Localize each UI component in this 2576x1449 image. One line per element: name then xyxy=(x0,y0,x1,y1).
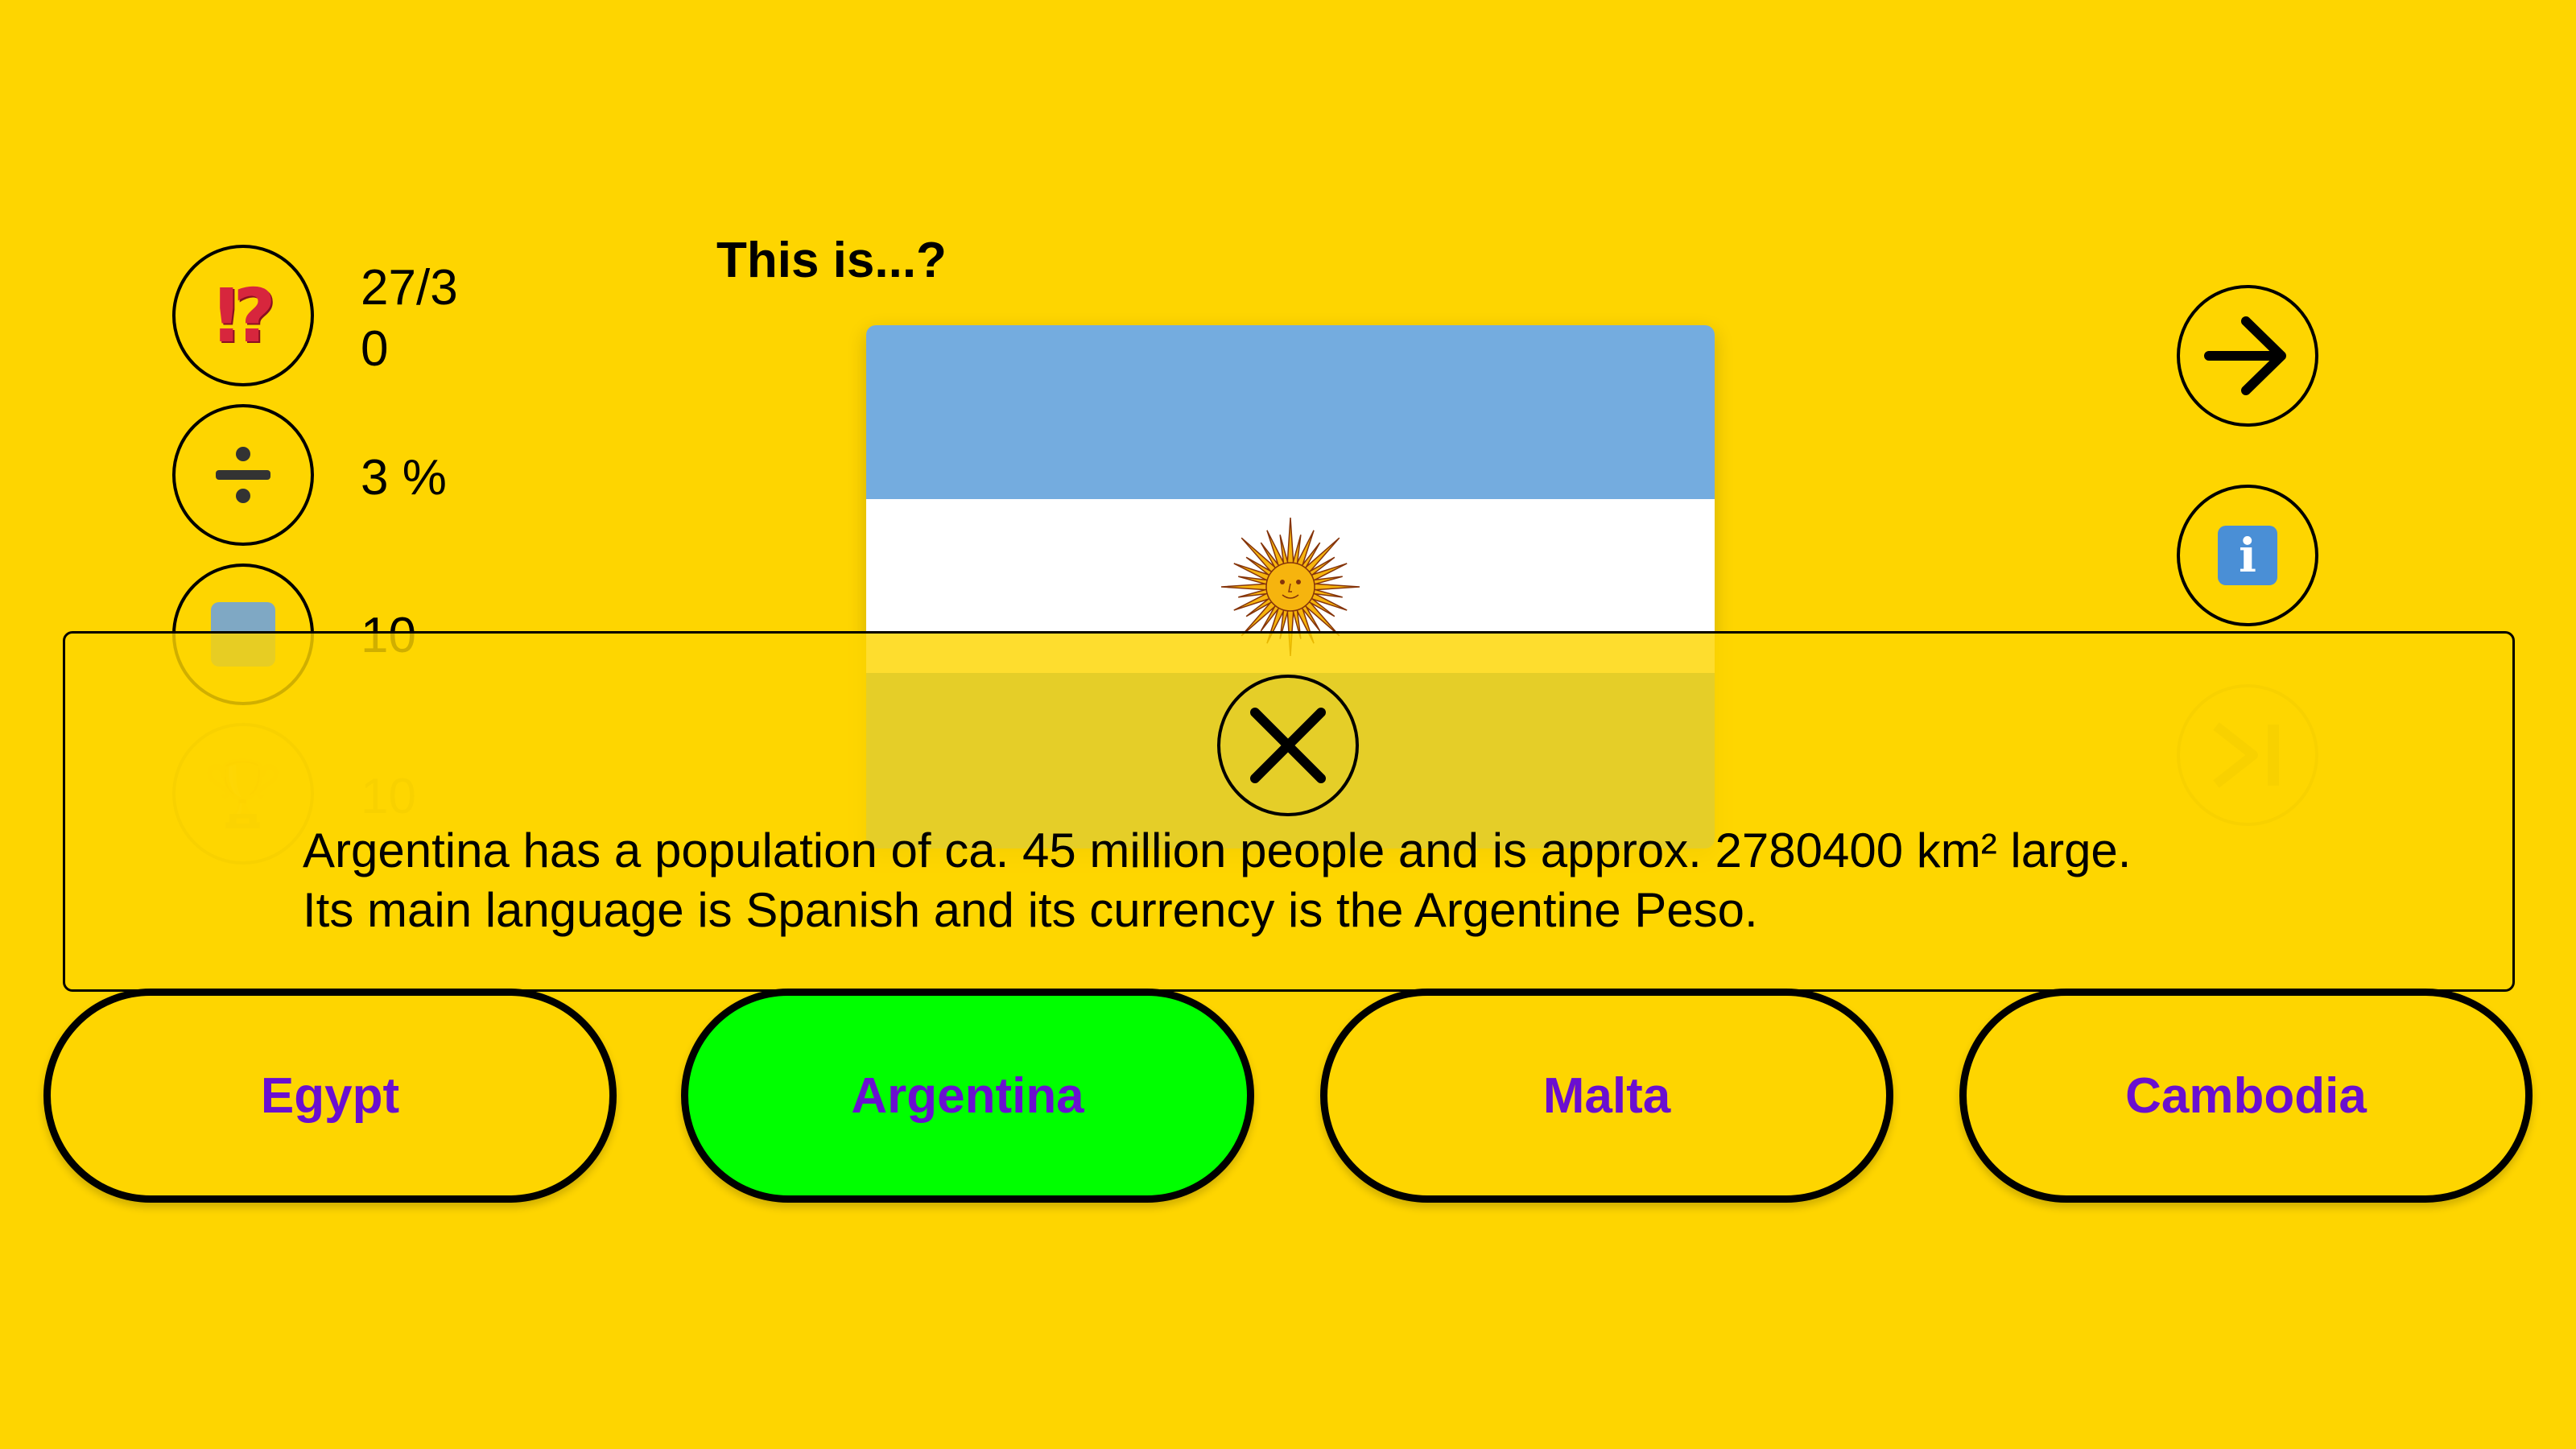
answer-button-argentina[interactable]: Argentina xyxy=(681,989,1254,1203)
close-overlay-button[interactable] xyxy=(1217,675,1359,816)
arrow-right-icon xyxy=(2204,316,2286,395)
stats-questions-button[interactable]: ⁉ xyxy=(172,245,314,386)
stats-questions-value: 27/3 0 xyxy=(361,260,458,377)
stats-percent-value: 3 % xyxy=(361,450,447,506)
answer-button-cambodia[interactable]: Cambodia xyxy=(1959,989,2533,1203)
divide-icon xyxy=(216,447,270,503)
next-button[interactable] xyxy=(2177,285,2318,427)
country-info-line-1: Argentina has a population of ca. 45 mil… xyxy=(303,824,2132,877)
country-info-text: Argentina has a population of ca. 45 mil… xyxy=(303,821,2131,940)
country-info-line-2: Its main language is Spanish and its cur… xyxy=(303,883,1758,937)
stats-percent-button[interactable] xyxy=(172,404,314,546)
question-title: This is...? xyxy=(716,233,947,288)
answer-button-malta[interactable]: Malta xyxy=(1320,989,1893,1203)
answer-button-egypt[interactable]: Egypt xyxy=(43,989,617,1203)
close-icon xyxy=(1250,708,1326,783)
info-icon: i xyxy=(2218,526,2277,585)
flag-top-band xyxy=(866,325,1715,501)
interrobang-icon: ⁉ xyxy=(214,275,276,357)
info-button[interactable]: i xyxy=(2177,485,2318,626)
